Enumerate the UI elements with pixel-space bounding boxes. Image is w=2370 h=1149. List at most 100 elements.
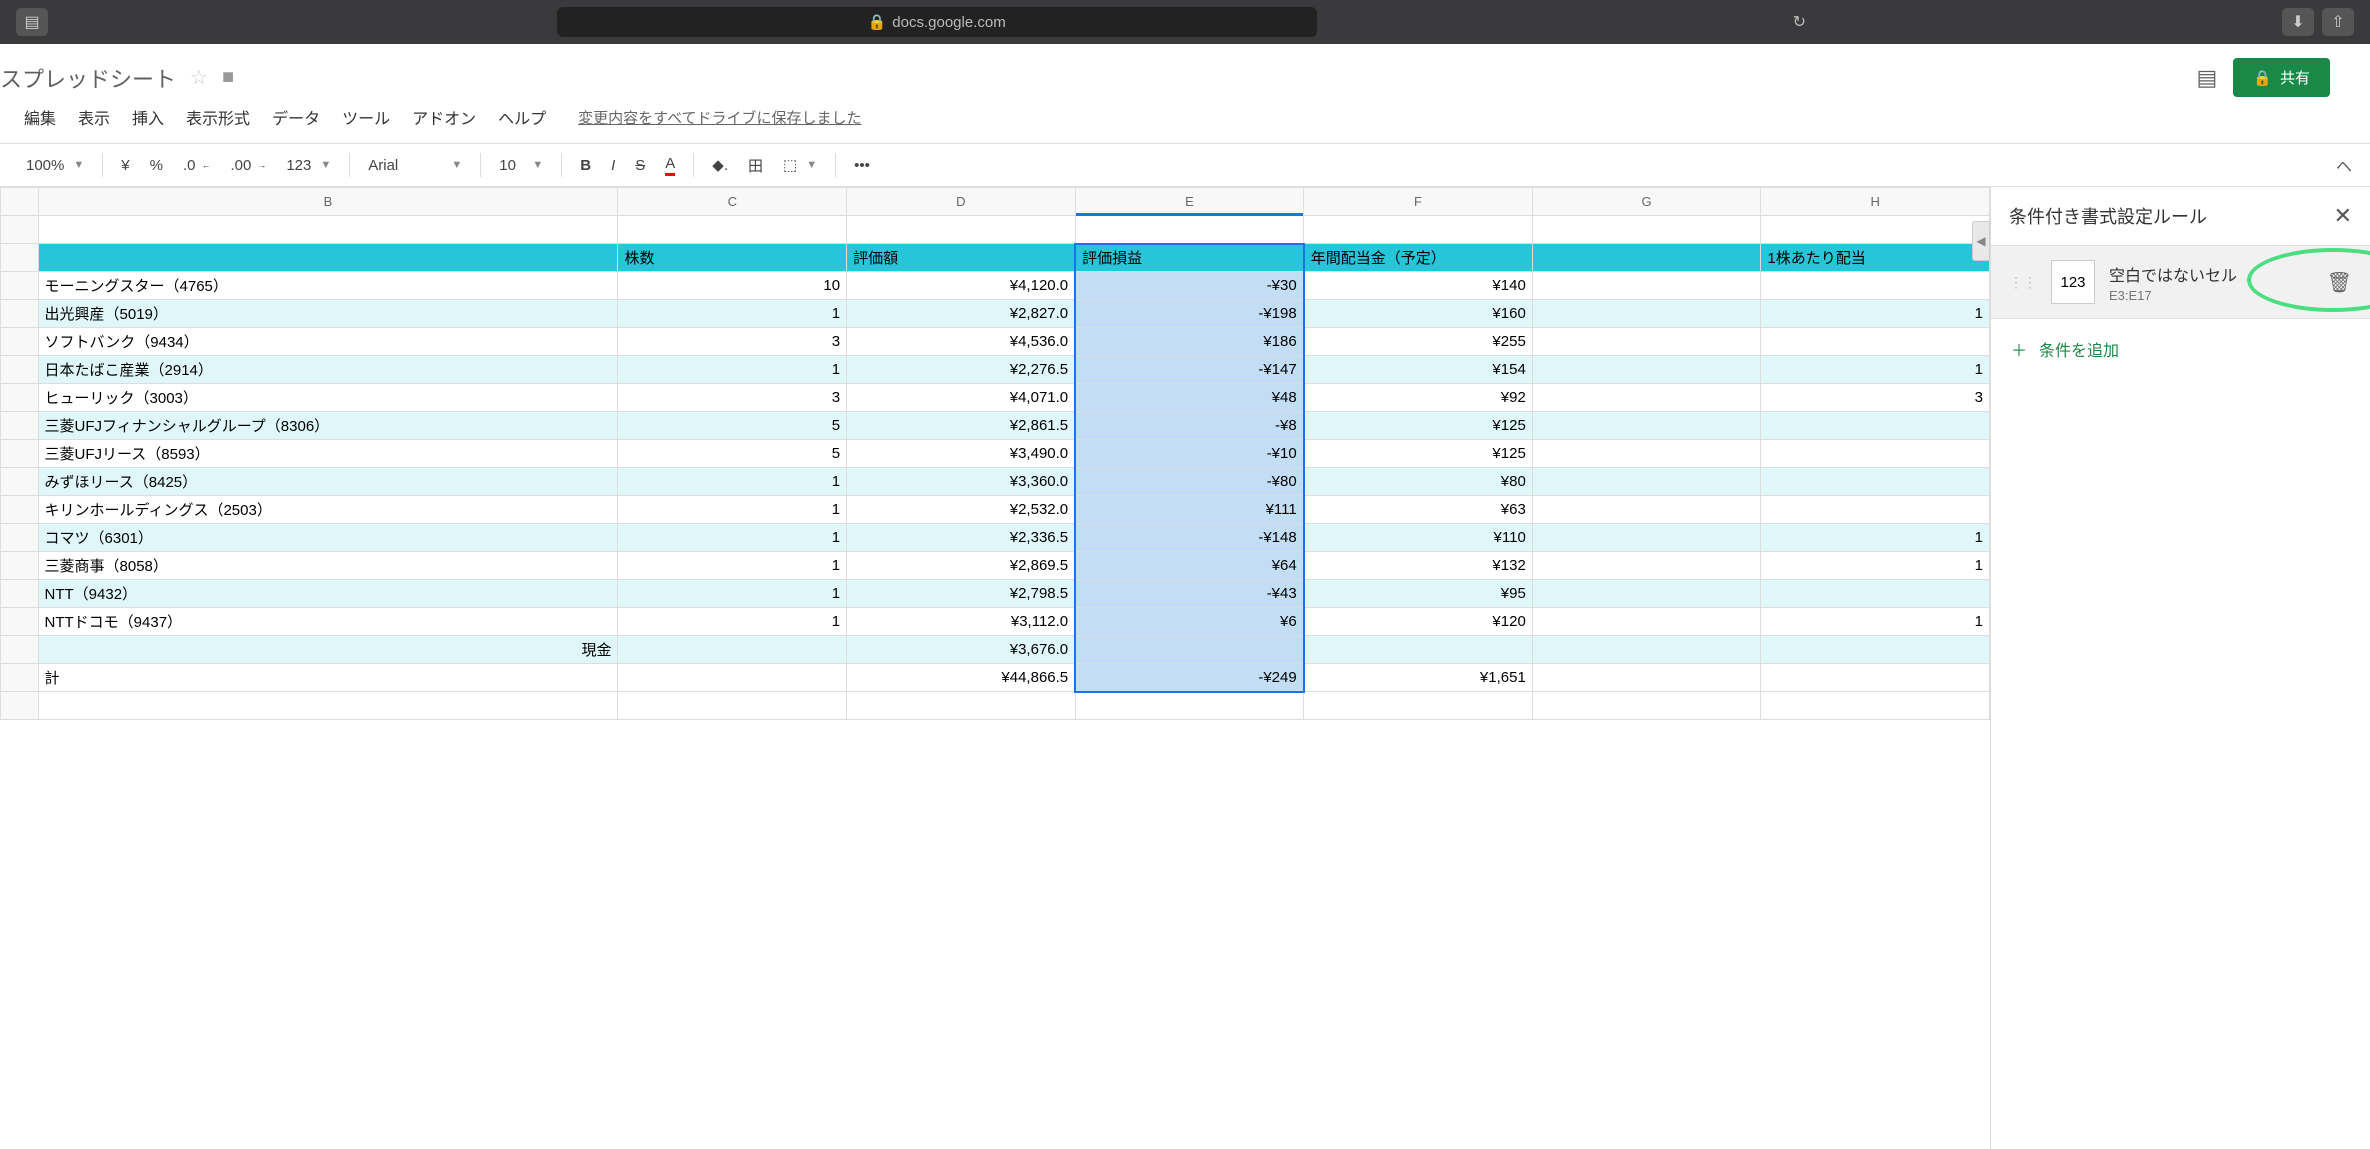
close-icon[interactable]: ✕ [2334,203,2352,229]
cell[interactable]: ¥95 [1304,580,1533,608]
header-pershare[interactable]: 1株あたり配当 [1761,244,1990,272]
cell[interactable]: 3 [1761,384,1990,412]
increase-decimal[interactable]: .00→ [222,153,274,178]
font-size-dropdown[interactable]: 10▼ [491,153,551,178]
cell[interactable]: 1 [618,580,847,608]
document-title[interactable]: スプレッドシート [0,62,176,94]
menu-format[interactable]: 表示形式 [176,101,260,133]
cell[interactable]: 1 [618,468,847,496]
cell[interactable]: 3 [618,384,847,412]
add-rule-button[interactable]: ＋ 条件を追加 [1991,319,2370,379]
currency-button[interactable]: ¥ [113,153,137,178]
cell[interactable]: コマツ（6301） [38,524,618,552]
download-icon[interactable]: ⬇ [2282,8,2314,36]
explore-tab-icon[interactable]: ◀ [1972,221,1990,261]
menu-addons[interactable]: アドオン [402,101,486,133]
cell[interactable]: 1 [1761,524,1990,552]
col-header-b[interactable]: B [38,188,618,216]
cell[interactable]: ソフトバンク（9434） [38,328,618,356]
cell[interactable]: ¥2,798.5 [847,580,1076,608]
cell[interactable]: 1 [1761,356,1990,384]
cell[interactable]: -¥8 [1075,412,1304,440]
spreadsheet-grid[interactable]: ◀ B C D E F G H 株数 評価額 評価損益 年間配当金（予定） [0,187,1990,1149]
cell[interactable]: 三菱UFJフィナンシャルグループ（8306） [38,412,618,440]
collapse-toolbar-icon[interactable]: ヘ [2336,153,2352,177]
drag-handle-icon[interactable]: ⋮⋮ [2009,274,2037,291]
cell[interactable]: ¥4,536.0 [847,328,1076,356]
col-header-g[interactable]: G [1532,188,1761,216]
cell[interactable]: ¥48 [1075,384,1304,412]
header-value[interactable]: 評価額 [847,244,1076,272]
cell[interactable] [1761,496,1990,524]
cell[interactable]: 1 [1761,552,1990,580]
cell[interactable]: ¥3,490.0 [847,440,1076,468]
cell[interactable]: 3 [618,328,847,356]
cell[interactable]: ヒューリック（3003） [38,384,618,412]
cell[interactable]: キリンホールディングス（2503） [38,496,618,524]
cell[interactable]: 1 [618,524,847,552]
cell[interactable]: ¥2,532.0 [847,496,1076,524]
percent-button[interactable]: % [142,153,171,178]
cell[interactable] [1761,440,1990,468]
cell[interactable]: 1 [618,608,847,636]
cell[interactable]: -¥148 [1075,524,1304,552]
share-button[interactable]: 🔒 共有 [2233,58,2330,97]
cell[interactable]: 5 [618,412,847,440]
cell[interactable]: 1 [618,552,847,580]
cell[interactable]: ¥2,869.5 [847,552,1076,580]
cell[interactable]: NTT（9432） [38,580,618,608]
folder-icon[interactable]: ■ [222,66,234,89]
cell[interactable]: 三菱商事（8058） [38,552,618,580]
cell[interactable] [1761,328,1990,356]
cell[interactable]: みずほリース（8425） [38,468,618,496]
format-rule-item[interactable]: ⋮⋮ 123 空白ではないセル E3:E17 🗑 [1991,245,2370,319]
cell[interactable]: ¥6 [1075,608,1304,636]
menu-edit[interactable]: 編集 [14,101,66,133]
sidebar-toggle-icon[interactable]: ▤ [16,8,48,36]
cell[interactable] [1761,272,1990,300]
decrease-decimal[interactable]: .0← [175,153,219,178]
menu-help[interactable]: ヘルプ [488,101,556,133]
menu-insert[interactable]: 挿入 [122,101,174,133]
cell[interactable]: ¥140 [1304,272,1533,300]
cell[interactable]: 三菱UFJリース（8593） [38,440,618,468]
cell[interactable]: 10 [618,272,847,300]
col-header-c[interactable]: C [618,188,847,216]
cell[interactable]: 1 [618,496,847,524]
merge-button[interactable]: ⬚▼ [775,152,825,178]
italic-button[interactable]: I [603,153,623,178]
share-icon[interactable]: ⇧ [2322,8,2354,36]
cell[interactable]: ¥125 [1304,412,1533,440]
cell[interactable]: ¥4,120.0 [847,272,1076,300]
cell[interactable]: -¥147 [1075,356,1304,384]
delete-rule-icon[interactable]: 🗑 [2327,270,2352,295]
fill-color-button[interactable]: ◆. [704,152,736,178]
text-color-button[interactable]: A [657,151,683,180]
zoom-dropdown[interactable]: 100%▼ [18,153,92,178]
cell[interactable]: ¥132 [1304,552,1533,580]
cell[interactable]: -¥80 [1075,468,1304,496]
cell[interactable]: -¥43 [1075,580,1304,608]
reload-icon[interactable]: ↻ [1783,12,1815,32]
cell[interactable]: ¥3,360.0 [847,468,1076,496]
header-shares[interactable]: 株数 [618,244,847,272]
cell[interactable]: ¥2,861.5 [847,412,1076,440]
url-bar[interactable]: 🔒 docs.google.com [557,7,1317,37]
menu-view[interactable]: 表示 [68,101,120,133]
col-header-h[interactable]: H [1761,188,1990,216]
strike-button[interactable]: S [627,153,653,178]
header-dividend[interactable]: 年間配当金（予定） [1304,244,1533,272]
col-header-f[interactable]: F [1304,188,1533,216]
cell[interactable]: 1 [1761,300,1990,328]
save-status[interactable]: 変更内容をすべてドライブに保存しました [578,107,861,128]
menu-data[interactable]: データ [262,101,330,133]
cell[interactable]: -¥30 [1075,272,1304,300]
cell[interactable]: ¥160 [1304,300,1533,328]
cell[interactable]: ¥92 [1304,384,1533,412]
bold-button[interactable]: B [572,153,599,178]
cell[interactable] [1761,412,1990,440]
cell[interactable]: ¥110 [1304,524,1533,552]
cell[interactable]: ¥63 [1304,496,1533,524]
cell[interactable]: 1 [1761,608,1990,636]
cell[interactable]: ¥186 [1075,328,1304,356]
